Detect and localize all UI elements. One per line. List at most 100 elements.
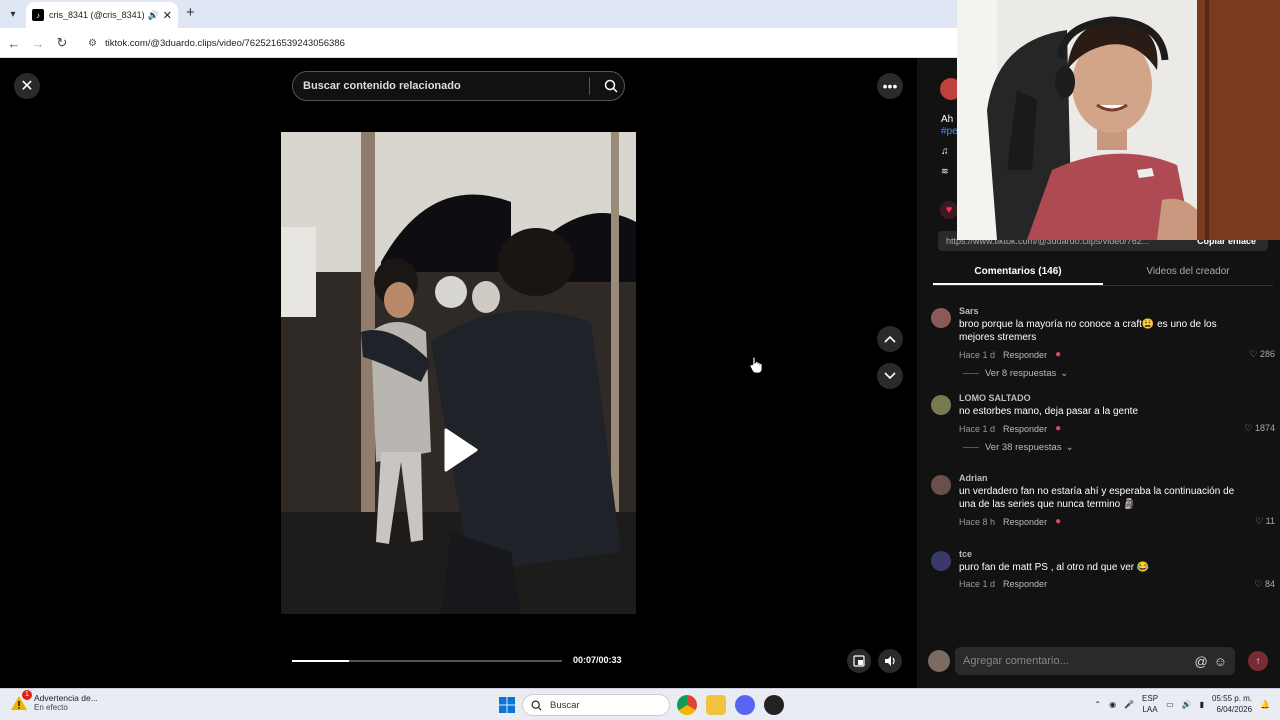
view-replies-button[interactable]: Ver 8 respuestas ⌄	[963, 368, 1275, 379]
chevron-down-icon	[884, 372, 896, 380]
creator-liked-icon: ●	[1055, 349, 1062, 360]
comment-meta: Hace 1 d Responder ● ♡ 286	[959, 349, 1275, 360]
language-indicator[interactable]: ESP LAA	[1142, 693, 1158, 715]
comment-time: Hace 8 h	[959, 516, 996, 527]
comment-item: Sars broo porque la mayoría no conoce a …	[931, 306, 1275, 379]
comment-username[interactable]: LOMO SALTADO	[959, 393, 1275, 403]
tab-close-icon[interactable]: ✕	[163, 9, 172, 22]
hashtag-link[interactable]: #pe	[941, 126, 958, 137]
video-player: 00:07/00:33	[281, 58, 636, 688]
browser-tab[interactable]: ♪ cris_8341 (@cris_8341) | Tik 🔊 ✕	[26, 2, 178, 28]
next-video-button[interactable]	[877, 363, 903, 389]
avatar[interactable]	[931, 395, 951, 415]
comment-username[interactable]: Adrian	[959, 473, 1275, 483]
more-options-button[interactable]: •••	[877, 73, 903, 99]
notification-subtitle: En efecto	[34, 703, 68, 712]
taskbar-search-label: Buscar	[550, 699, 580, 711]
notification-widget[interactable]: 1 Advertencia de... En efecto	[10, 689, 98, 712]
creator-liked-icon: ●	[1055, 423, 1062, 434]
caption-text: Ah	[941, 114, 954, 125]
microphone-icon[interactable]: 🎤	[1124, 700, 1134, 709]
file-explorer-icon[interactable]	[706, 695, 726, 715]
playback-time: 00:07/00:33	[573, 655, 622, 665]
comment-time: Hace 1 d	[959, 579, 996, 589]
progress-fill	[292, 660, 349, 662]
avatar[interactable]	[931, 475, 951, 495]
comment-time: Hace 1 d	[959, 423, 996, 434]
comment-text: broo porque la mayoría no conoce a craft…	[959, 319, 1217, 343]
tab-comments[interactable]: Comentarios (146)	[933, 258, 1103, 285]
volume-icon[interactable]: 🔊	[1182, 700, 1192, 709]
related-search-input[interactable]	[303, 80, 589, 92]
reload-icon[interactable]: ↻	[53, 34, 71, 52]
tab-creator-videos[interactable]: Videos del creador	[1103, 258, 1273, 285]
close-video-button[interactable]: ✕	[14, 73, 40, 99]
back-icon[interactable]: ←	[5, 34, 23, 52]
discord-icon[interactable]	[735, 695, 755, 715]
volume-button[interactable]	[878, 649, 902, 673]
search-icon[interactable]	[598, 73, 624, 99]
capcut-icon: ≋	[941, 166, 949, 176]
speaker-icon[interactable]: 🔊	[148, 10, 159, 21]
battery-icon[interactable]: ▮	[1200, 700, 1204, 709]
avatar[interactable]	[931, 551, 951, 571]
like-count[interactable]: ♡ 1874	[1244, 423, 1275, 434]
comments-list: Sars broo porque la mayoría no conoce a …	[931, 306, 1275, 603]
like-count[interactable]: ♡ 84	[1254, 579, 1275, 590]
pip-button[interactable]	[847, 649, 871, 673]
comment-item: Adrian un verdadero fan no estaría ahí y…	[931, 473, 1275, 527]
notification-badge: 1	[22, 689, 32, 700]
windows-start-icon[interactable]	[499, 697, 515, 718]
reply-button[interactable]: Responder	[1003, 350, 1047, 360]
related-search-bar	[292, 71, 625, 101]
chrome-icon[interactable]	[677, 695, 697, 715]
like-count[interactable]: ♡ 286	[1249, 349, 1275, 360]
comment-username[interactable]: Sars	[959, 306, 1275, 316]
picture-in-picture-icon	[853, 655, 865, 667]
webcam-overlay	[957, 0, 1280, 240]
clock[interactable]: 05:55 p. m. 6/04/2026	[1212, 693, 1252, 715]
url-text: tiktok.com/@3duardo.clips/video/76252165…	[104, 37, 345, 49]
system-tray: ⌃ ◉ 🎤 ESP LAA ▭ 🔊 ▮ 05:55 p. m. 6/04/2026 …	[1094, 693, 1270, 715]
send-comment-button[interactable]: ↑	[1248, 651, 1268, 671]
play-icon[interactable]	[442, 428, 478, 472]
video-frame[interactable]	[281, 132, 636, 614]
emoji-icon[interactable]: ☺	[1214, 654, 1227, 669]
comment-item: tce puro fan de matt PS , al otro nd que…	[931, 549, 1275, 589]
comment-item: LOMO SALTADO no estorbes mano, deja pasa…	[931, 393, 1275, 453]
comment-username[interactable]: tce	[959, 549, 1275, 559]
tab-title: cris_8341 (@cris_8341) | Tik	[49, 10, 144, 20]
site-info-icon[interactable]: ⚙	[88, 38, 97, 49]
current-user-avatar[interactable]	[928, 650, 950, 672]
heart-icon[interactable]: ♥	[940, 201, 958, 219]
progress-bar[interactable]	[292, 660, 562, 662]
reply-button[interactable]: Responder	[1003, 424, 1047, 434]
tab-list-chevron-icon[interactable]: ▾	[4, 5, 22, 23]
previous-video-button[interactable]	[877, 326, 903, 352]
hand-cursor-icon	[749, 356, 763, 374]
comment-input[interactable]	[963, 655, 1195, 667]
like-count[interactable]: ♡ 11	[1255, 516, 1275, 527]
comments-tabs: Comentarios (146) Videos del creador	[933, 258, 1273, 286]
network-icon[interactable]: ◉	[1109, 700, 1116, 709]
avatar[interactable]	[931, 308, 951, 328]
view-replies-button[interactable]: Ver 38 respuestas ⌄	[963, 442, 1275, 453]
display-icon[interactable]: ▭	[1166, 700, 1174, 709]
notifications-bell-icon[interactable]: 🔔	[1260, 700, 1270, 709]
creator-liked-icon: ●	[1055, 516, 1062, 527]
volume-icon	[884, 656, 895, 666]
reply-button[interactable]: Responder	[1003, 517, 1047, 527]
chevron-up-icon[interactable]: ⌃	[1094, 700, 1101, 709]
tiktok-favicon-icon: ♪	[32, 9, 44, 21]
warning-icon: 1	[10, 689, 32, 712]
reply-button[interactable]: Responder	[1003, 579, 1047, 589]
music-note-icon: ♫	[941, 146, 949, 157]
comment-text: no estorbes mano, deja pasar a la gente	[959, 406, 1139, 417]
taskbar-search[interactable]: Buscar	[522, 694, 670, 716]
comment-meta: Hace 8 h Responder ● ♡ 11	[959, 516, 1275, 527]
mention-icon[interactable]: @	[1195, 654, 1208, 669]
new-tab-button[interactable]: +	[186, 4, 195, 21]
app-icon[interactable]	[764, 695, 784, 715]
forward-icon[interactable]: →	[29, 34, 47, 52]
search-icon	[531, 700, 542, 711]
